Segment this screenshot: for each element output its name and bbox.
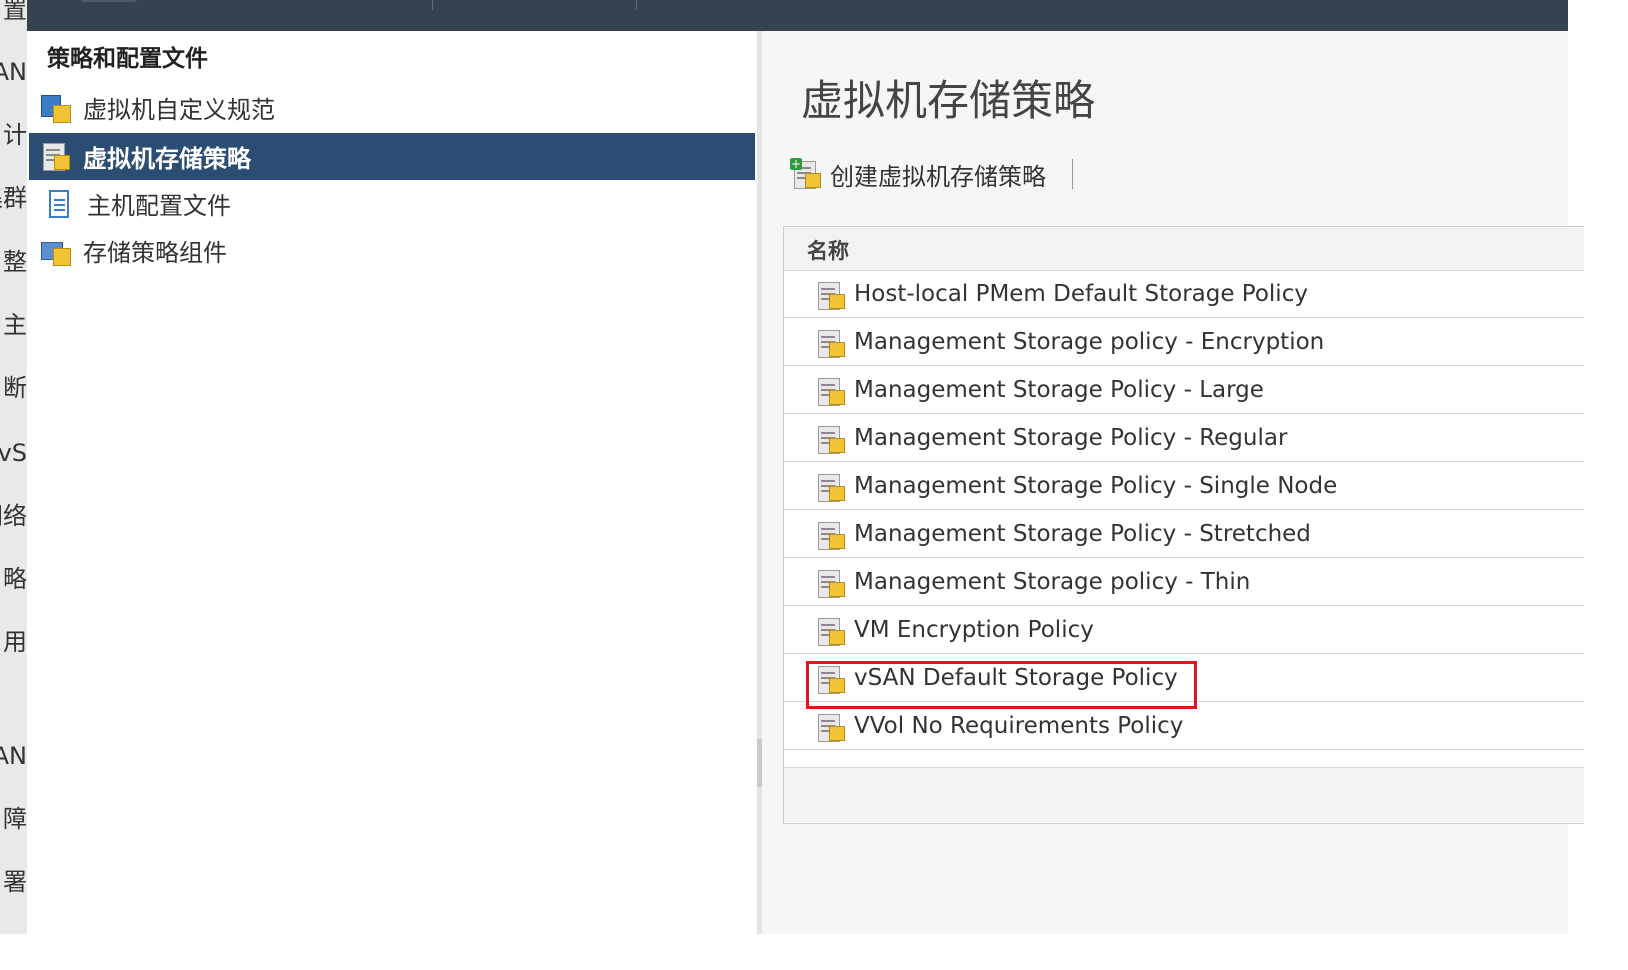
storage-policy-icon xyxy=(814,423,846,454)
policies-table: 名称 Host-local PMem Default Storage Polic… xyxy=(783,226,1584,824)
left-nav-strip: 置 AN 计 集群 整 主 断 vS 网络 略 用 AN 障 署 xyxy=(0,0,27,934)
left-strip-item[interactable]: AN xyxy=(0,742,27,770)
table-row[interactable]: Management Storage Policy - Single Node xyxy=(784,462,1584,510)
storage-policy-icon xyxy=(814,519,846,550)
storage-policy-icon xyxy=(814,471,846,502)
policies-nav-panel: 策略和配置文件 虚拟机自定义规范 虚拟机存储策略 主机配置文件 存储策略组件 xyxy=(27,31,758,934)
storage-policy-icon xyxy=(814,663,846,694)
policy-name[interactable]: Management Storage Policy - Regular xyxy=(854,425,1287,451)
left-strip-item[interactable]: 网络 xyxy=(0,502,27,530)
policy-name[interactable]: VVol No Requirements Policy xyxy=(854,713,1183,739)
left-strip-item[interactable]: 用 xyxy=(3,628,27,656)
vm-customization-spec-icon xyxy=(39,91,73,125)
storage-policy-icon xyxy=(814,375,846,406)
storage-policy-component-icon xyxy=(39,234,73,268)
left-strip-item[interactable]: 整 xyxy=(3,248,27,276)
storage-policy-icon xyxy=(814,279,846,310)
policy-name[interactable]: Management Storage Policy - Single Node xyxy=(854,473,1337,499)
table-row[interactable]: vSAN Default Storage Policy xyxy=(784,654,1584,702)
left-strip-item[interactable]: 断 xyxy=(3,374,27,402)
table-header: 名称 xyxy=(784,227,1584,271)
policy-name[interactable]: Host-local PMem Default Storage Policy xyxy=(854,281,1308,307)
table-row[interactable]: Management Storage policy - Encryption xyxy=(784,318,1584,366)
nav-item-label: 虚拟机存储策略 xyxy=(83,145,251,173)
top-header-bar xyxy=(0,0,1568,31)
left-strip-item[interactable]: 署 xyxy=(3,868,27,896)
create-vm-storage-policy-button[interactable]: 创建虚拟机存储策略 xyxy=(830,157,1046,192)
left-strip-item[interactable]: 障 xyxy=(3,805,27,833)
nav-item-label: 主机配置文件 xyxy=(87,192,231,220)
left-strip-item[interactable]: 主 xyxy=(3,311,27,339)
table-row[interactable]: Management Storage policy - Thin xyxy=(784,558,1584,606)
storage-policy-icon xyxy=(814,711,846,742)
table-row[interactable]: Management Storage Policy - Regular xyxy=(784,414,1584,462)
table-row[interactable]: VVol No Requirements Policy xyxy=(784,702,1584,750)
nav-item-host-profiles[interactable]: 主机配置文件 xyxy=(29,180,755,227)
storage-policy-icon xyxy=(814,567,846,598)
table-row[interactable]: Host-local PMem Default Storage Policy xyxy=(784,270,1584,318)
host-profile-icon xyxy=(43,187,77,221)
policy-name[interactable]: Management Storage policy - Thin xyxy=(854,569,1250,595)
nav-item-label: 虚拟机自定义规范 xyxy=(83,96,275,124)
column-header-name[interactable]: 名称 xyxy=(807,235,849,265)
nav-item-vm-customization-spec[interactable]: 虚拟机自定义规范 xyxy=(29,84,755,131)
left-strip-item[interactable]: AN xyxy=(0,58,27,86)
left-strip-item[interactable]: 略 xyxy=(3,565,27,593)
nav-section-title: 策略和配置文件 xyxy=(47,46,208,72)
table-row[interactable]: Management Storage Policy - Large xyxy=(784,366,1584,414)
policy-name[interactable]: Management Storage Policy - Large xyxy=(854,377,1264,403)
left-strip-item[interactable]: 置 xyxy=(3,0,27,24)
storage-policy-icon xyxy=(814,327,846,358)
header-divider xyxy=(636,0,637,10)
nav-item-storage-policy-components[interactable]: 存储策略组件 xyxy=(29,227,755,274)
header-divider xyxy=(432,0,433,10)
header-tab-indicator xyxy=(80,0,138,2)
table-footer xyxy=(784,767,1584,822)
storage-policy-icon xyxy=(814,615,846,646)
policy-name[interactable]: vSAN Default Storage Policy xyxy=(854,665,1178,691)
left-strip-item[interactable]: 计 xyxy=(3,121,27,149)
content-pane: 虚拟机存储策略 + 创建虚拟机存储策略 名称 Host-local PMem D… xyxy=(762,31,1584,934)
page-title: 虚拟机存储策略 xyxy=(801,76,1096,125)
nav-item-vm-storage-policies[interactable]: 虚拟机存储策略 xyxy=(29,133,755,180)
table-row[interactable]: VM Encryption Policy xyxy=(784,606,1584,654)
toolbar: + 创建虚拟机存储策略 xyxy=(790,155,1073,193)
policy-name[interactable]: VM Encryption Policy xyxy=(854,617,1094,643)
policy-name[interactable]: Management Storage Policy - Stretched xyxy=(854,521,1311,547)
table-row[interactable]: Management Storage Policy - Stretched xyxy=(784,510,1584,558)
policy-name[interactable]: Management Storage policy - Encryption xyxy=(854,329,1324,355)
create-policy-icon[interactable]: + xyxy=(790,158,822,190)
left-strip-item[interactable]: vS xyxy=(0,439,27,467)
toolbar-divider xyxy=(1072,159,1073,189)
vm-storage-policy-icon xyxy=(39,140,73,174)
left-strip-item[interactable]: 集群 xyxy=(0,184,27,212)
nav-item-label: 存储策略组件 xyxy=(83,239,227,267)
